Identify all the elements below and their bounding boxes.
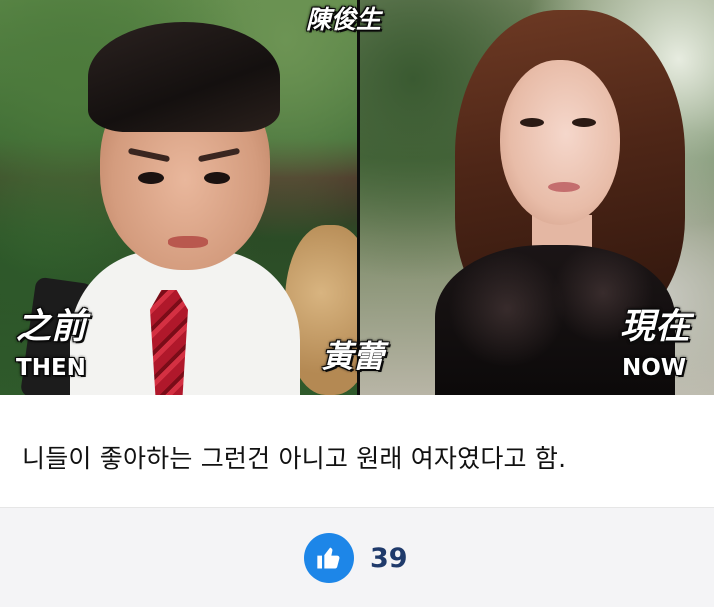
boy-left-eye [138, 172, 164, 184]
woman-face [500, 60, 620, 225]
now-name-label: 黃蕾 [322, 339, 384, 375]
then-name-label: 陳俊生 [306, 5, 382, 34]
post-caption: 니들이 좋아하는 그런건 아니고 원래 여자였다고 함. [0, 395, 714, 508]
like-count: 39 [370, 542, 408, 574]
like-button[interactable]: 39 [294, 522, 424, 594]
now-label-chinese: 現在 [620, 307, 691, 347]
then-label-chinese: 之前 [16, 307, 87, 347]
boy-right-eye [204, 172, 230, 184]
boy-mouth [168, 236, 208, 248]
caption-text: 니들이 좋아하는 그런건 아니고 원래 여자였다고 함. [22, 444, 567, 473]
comparison-photo: 陳俊生 之前 THEN 黃蕾 現在 NOW [0, 0, 714, 395]
boy-tie [150, 290, 188, 395]
boy-hair [88, 22, 280, 132]
post-card: 陳俊生 之前 THEN 黃蕾 現在 NOW 니들이 좋아하는 그런건 아니고 원… [0, 0, 714, 607]
thumbs-up-icon [304, 533, 354, 583]
woman-right-eye [572, 118, 596, 127]
woman-left-eye [520, 118, 544, 127]
now-label-english: NOW [622, 355, 687, 381]
woman-lips [548, 182, 580, 192]
reaction-bar: 39 [0, 508, 714, 607]
then-label-english: THEN [16, 355, 86, 381]
